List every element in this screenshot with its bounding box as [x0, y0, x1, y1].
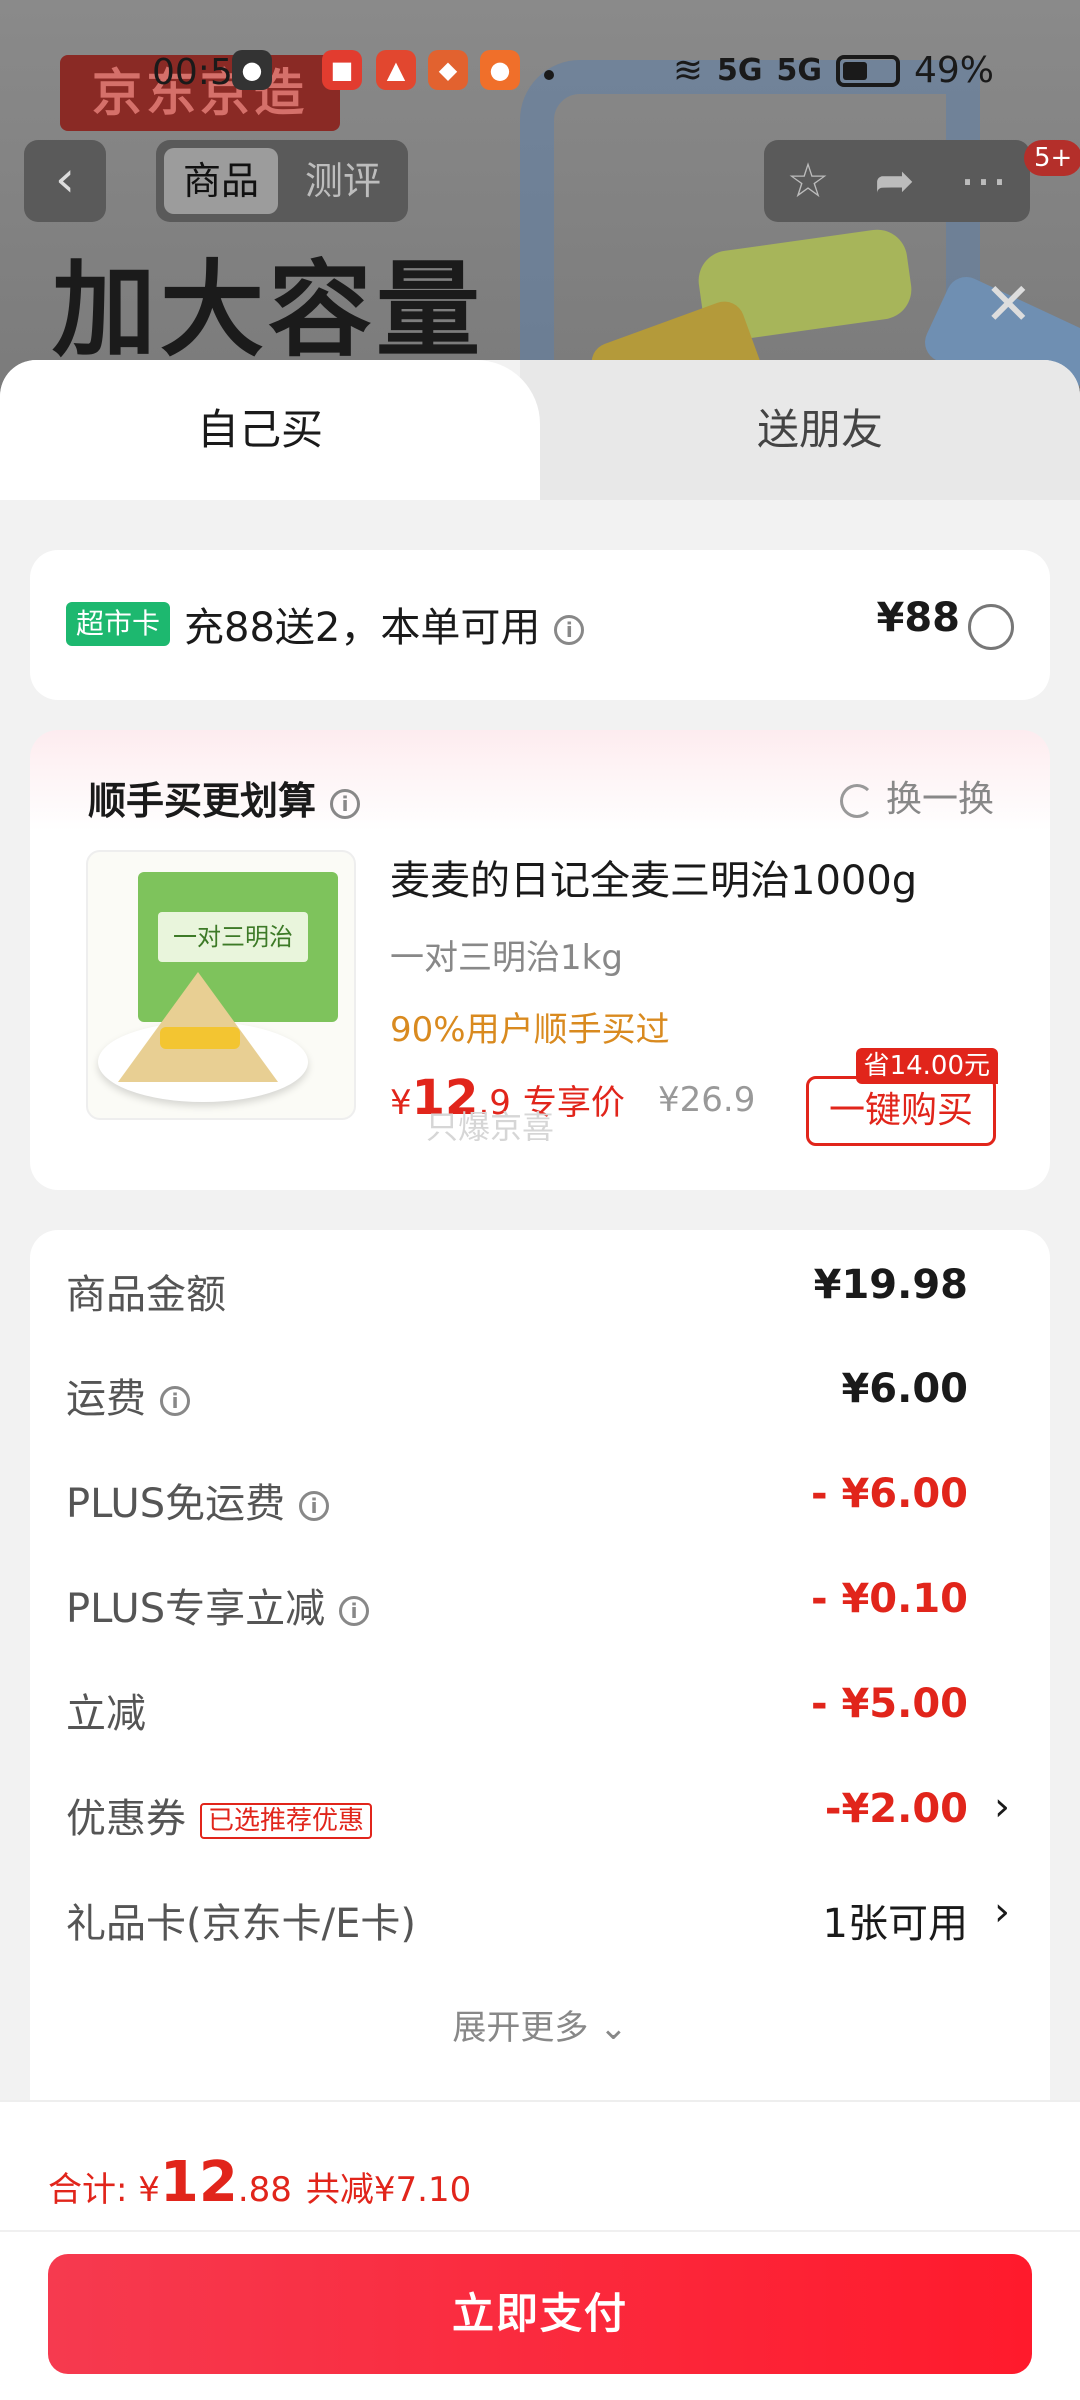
status-bar: 00:53 ● ■ ▲ ◆ ● ≋ 5G 5G 49%	[0, 40, 1080, 110]
more-icon[interactable]: ⋯	[960, 153, 1008, 209]
bundle-recommendation: 顺手买更划算 i 换一换 一对三明治 麦麦的日记全麦三明治1000g 一对三明治1…	[30, 730, 1050, 1190]
signal-icon: 5G	[716, 53, 763, 88]
tab-product[interactable]: 商品	[164, 148, 278, 214]
message-badge: 5+	[1024, 140, 1080, 176]
detail-row-subtotal: 商品金额 ¥19.98	[66, 1262, 968, 1318]
original-price: ¥26.9	[658, 1080, 756, 1120]
tab-buy-for-self[interactable]: 自己买	[0, 360, 520, 500]
back-button[interactable]: ‹	[24, 140, 106, 222]
purchase-tabs: 自己买 送朋友	[0, 360, 1080, 500]
battery-percent: 49%	[913, 50, 994, 91]
swap-button[interactable]: 换一换	[839, 770, 994, 822]
tab-review[interactable]: 测评	[286, 148, 400, 214]
nav-actions: ☆ ➦ ⋯	[764, 140, 1030, 222]
signal-icon: 5G	[776, 53, 822, 88]
chevron-down-icon: ⌄	[599, 2008, 628, 2048]
detail-row-plus-discount: PLUS专享立减 i - ¥0.10	[66, 1576, 968, 1632]
coupon-tag: 已选推荐优惠	[200, 1803, 373, 1839]
chevron-right-icon: ›	[994, 1784, 1010, 1830]
detail-row-instant-discount: 立减 - ¥5.00	[66, 1681, 968, 1737]
info-icon[interactable]: i	[160, 1386, 190, 1416]
offer-text: 充88送2，本单可用 i	[184, 595, 585, 653]
app-notification-icon: ▲	[376, 50, 416, 90]
app-notification-icon: ■	[322, 50, 362, 90]
checkout-bar: 合计: ¥12.88 共减¥7.10 立即支付	[0, 2100, 1080, 2400]
page-tabs: 商品 测评	[156, 140, 408, 222]
refresh-icon	[839, 784, 874, 818]
product-image[interactable]: 一对三明治	[86, 850, 356, 1120]
purchase-rate: 90%用户顺手买过	[390, 1010, 670, 1050]
info-icon[interactable]: i	[330, 788, 361, 819]
savings-badge: 省14.00元	[855, 1048, 998, 1084]
offer-radio[interactable]	[968, 604, 1014, 650]
total-savings: 共减¥7.10	[305, 2170, 472, 2210]
more-notifications-dot	[544, 70, 554, 80]
star-icon[interactable]: ☆	[786, 153, 829, 209]
expand-more-button[interactable]: 展开更多 ⌄	[30, 2000, 1050, 2049]
tab-send-to-friend[interactable]: 送朋友	[560, 360, 1080, 500]
order-total: 合计: ¥12.88 共减¥7.10	[48, 2150, 472, 2215]
info-icon[interactable]: i	[299, 1491, 330, 1521]
app-notification-icon: ◆	[428, 50, 468, 90]
info-icon[interactable]: i	[339, 1596, 370, 1626]
wifi-icon: ≋	[672, 50, 703, 91]
chevron-left-icon: ‹	[55, 150, 75, 208]
product-spec: 一对三明治1kg	[390, 938, 623, 978]
checkout-sheet: 自己买 送朋友 超市卡 充88送2，本单可用 i ¥88 顺手买更划算 i 换一换 …	[0, 360, 1080, 2400]
wechat-icon: ●	[232, 50, 272, 90]
offer-price: ¥88	[876, 595, 961, 641]
pay-now-button[interactable]: 立即支付	[48, 2254, 1032, 2374]
app-notification-icon: ●	[480, 50, 520, 90]
supermarket-card-offer[interactable]: 超市卡 充88送2，本单可用 i ¥88	[30, 550, 1050, 700]
watermark: 只爆京喜	[426, 1108, 555, 1146]
one-click-buy-button[interactable]: 一键购买	[806, 1076, 996, 1146]
supermarket-card-tag: 超市卡	[66, 602, 171, 646]
hero-title: 加大容量	[52, 249, 485, 371]
chevron-right-icon: ›	[994, 1889, 1010, 1935]
close-icon[interactable]: ✕	[984, 270, 1033, 338]
bundle-title: 顺手买更划算 i	[88, 770, 361, 825]
price-details: 商品金额 ¥19.98 运费 i ¥6.00 PLUS免运费 i - ¥6.00 P…	[30, 1230, 1050, 2110]
info-icon[interactable]: i	[554, 615, 585, 645]
detail-row-shipping: 运费 i ¥6.00	[66, 1366, 968, 1422]
share-icon[interactable]: ➦	[874, 153, 914, 209]
product-name[interactable]: 麦麦的日记全麦三明治1000g	[390, 848, 917, 906]
detail-row-coupon[interactable]: 优惠券 已选推荐优惠 -¥2.00 ›	[30, 1770, 1050, 1850]
detail-row-gift-card[interactable]: 礼品卡(京东卡/E卡) 1张可用 ›	[30, 1875, 1050, 1955]
status-indicators: ≋ 5G 5G 49%	[673, 50, 994, 91]
detail-row-plus-free-shipping: PLUS免运费 i - ¥6.00	[66, 1471, 968, 1527]
battery-icon	[835, 54, 900, 87]
